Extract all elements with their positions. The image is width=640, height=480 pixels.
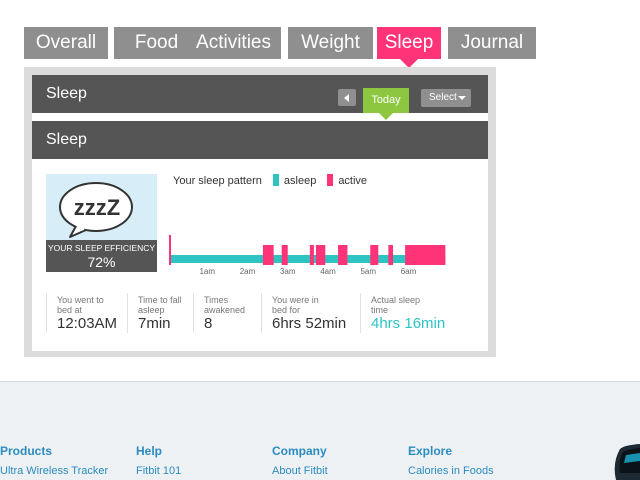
legend-title: Your sleep pattern bbox=[173, 175, 262, 187]
footer-link[interactable]: Fitbit 101 bbox=[136, 465, 181, 477]
active-bar bbox=[309, 245, 314, 265]
x-tick-label: 1am bbox=[199, 267, 215, 275]
footer-link[interactable]: Calories in Foods bbox=[408, 465, 494, 477]
chart-legend: Your sleep pattern asleep active bbox=[173, 174, 367, 187]
footer-link[interactable]: Ultra Wireless Tracker bbox=[0, 465, 108, 477]
legend-active: active bbox=[338, 175, 368, 187]
panel-header: Sleep Today Select bbox=[32, 75, 488, 120]
x-tick-label: 6am bbox=[401, 267, 417, 275]
tab-sleep[interactable]: Sleep bbox=[377, 27, 441, 68]
stat-value: 6hrs 52min bbox=[272, 315, 347, 332]
stat-label: Times awakened bbox=[204, 295, 246, 315]
footer: Products Ultra Wireless Tracker Help Fit… bbox=[0, 382, 640, 480]
date-select-dropdown[interactable]: Select bbox=[421, 89, 471, 107]
tab-weight[interactable]: Weight bbox=[288, 27, 373, 59]
tab-label: Journal bbox=[460, 32, 524, 53]
active-bar bbox=[405, 245, 446, 265]
sleep-stats: You went to bed at 12:03AM Time to fall … bbox=[46, 293, 476, 335]
stat-label: Actual sleep time bbox=[371, 295, 421, 315]
legend-asleep: asleep bbox=[283, 175, 317, 187]
asleep-band bbox=[169, 255, 446, 263]
footer-column-products: Products Ultra Wireless Tracker bbox=[0, 444, 108, 477]
x-tick-label: 3am bbox=[280, 267, 296, 275]
active-swatch bbox=[327, 174, 334, 186]
stat-value: 7min bbox=[138, 315, 171, 332]
stat-value: 4hrs 16min bbox=[371, 315, 446, 332]
tab-label: Sleep bbox=[384, 32, 434, 53]
x-tick-label: 5am bbox=[360, 267, 376, 275]
stat-label: You were in bed for bbox=[272, 295, 319, 315]
tab-overall[interactable]: Overall bbox=[24, 27, 108, 59]
x-tick-label: 2am bbox=[240, 267, 256, 275]
x-tick-label: 4am bbox=[320, 267, 336, 275]
speech-bubble-icon: zzzZ bbox=[59, 182, 133, 238]
footer-heading: Products bbox=[0, 444, 53, 458]
stat-time-to-fall-asleep: Time to fall asleep 7min bbox=[127, 293, 194, 333]
chevron-down-icon bbox=[458, 96, 466, 100]
footer-column-company: Company About Fitbit bbox=[272, 444, 328, 477]
tab-label: Overall bbox=[35, 32, 97, 53]
active-bar bbox=[169, 235, 171, 265]
stat-value: 8 bbox=[204, 315, 213, 332]
tab-activities[interactable]: Activities bbox=[186, 27, 281, 59]
section-header: Sleep bbox=[32, 121, 488, 159]
active-bar bbox=[370, 245, 379, 265]
active-bar bbox=[281, 245, 288, 265]
active-bar bbox=[315, 245, 326, 265]
active-bar bbox=[262, 245, 274, 265]
sleep-pattern-chart: 1am 2am 3am 4am 5am 6am bbox=[169, 235, 446, 275]
tab-label: Activities bbox=[196, 32, 271, 53]
stat-actual-sleep: Actual sleep time 4hrs 16min bbox=[360, 293, 471, 333]
tab-label: Food bbox=[134, 32, 179, 53]
footer-heading: Company bbox=[272, 444, 327, 458]
tab-label: Weight bbox=[301, 32, 360, 53]
footer-heading: Help bbox=[136, 444, 163, 458]
active-bar bbox=[388, 245, 394, 265]
select-label: Select bbox=[429, 92, 457, 103]
today-button[interactable]: Today bbox=[363, 88, 409, 120]
stat-bed-time: You went to bed at 12:03AM bbox=[46, 293, 129, 333]
sleep-panel: Sleep Today Select Sleep zzzZ YOUR SLEEP… bbox=[32, 75, 488, 351]
efficiency-value: 72% bbox=[87, 254, 116, 270]
panel-title: Sleep bbox=[46, 85, 87, 102]
footer-heading: Explore bbox=[408, 444, 453, 458]
efficiency-label: YOUR SLEEP EFFICIENCY bbox=[47, 243, 156, 253]
active-bar bbox=[338, 245, 348, 265]
stat-label: You went to bed at bbox=[57, 295, 104, 315]
stat-value: 12:03AM bbox=[57, 315, 118, 332]
tab-journal[interactable]: Journal bbox=[448, 27, 536, 59]
asleep-swatch bbox=[272, 174, 279, 186]
footer-column-explore: Explore Calories in Foods bbox=[408, 444, 494, 477]
section-title: Sleep bbox=[46, 131, 87, 148]
previous-day-button[interactable] bbox=[338, 89, 356, 106]
bubble-text: zzzZ bbox=[74, 195, 120, 220]
footer-link[interactable]: About Fitbit bbox=[272, 465, 328, 477]
stat-label: Time to fall asleep bbox=[138, 295, 182, 315]
efficiency-caption: YOUR SLEEP EFFICIENCY 72% bbox=[46, 240, 157, 272]
footer-column-help: Help Fitbit 101 bbox=[136, 444, 181, 477]
sleep-efficiency-card: zzzZ YOUR SLEEP EFFICIENCY 72% bbox=[46, 174, 157, 272]
stat-times-awakened: Times awakened 8 bbox=[193, 293, 262, 333]
stat-time-in-bed: You were in bed for 6hrs 52min bbox=[261, 293, 361, 333]
tracker-device-image bbox=[614, 444, 640, 480]
